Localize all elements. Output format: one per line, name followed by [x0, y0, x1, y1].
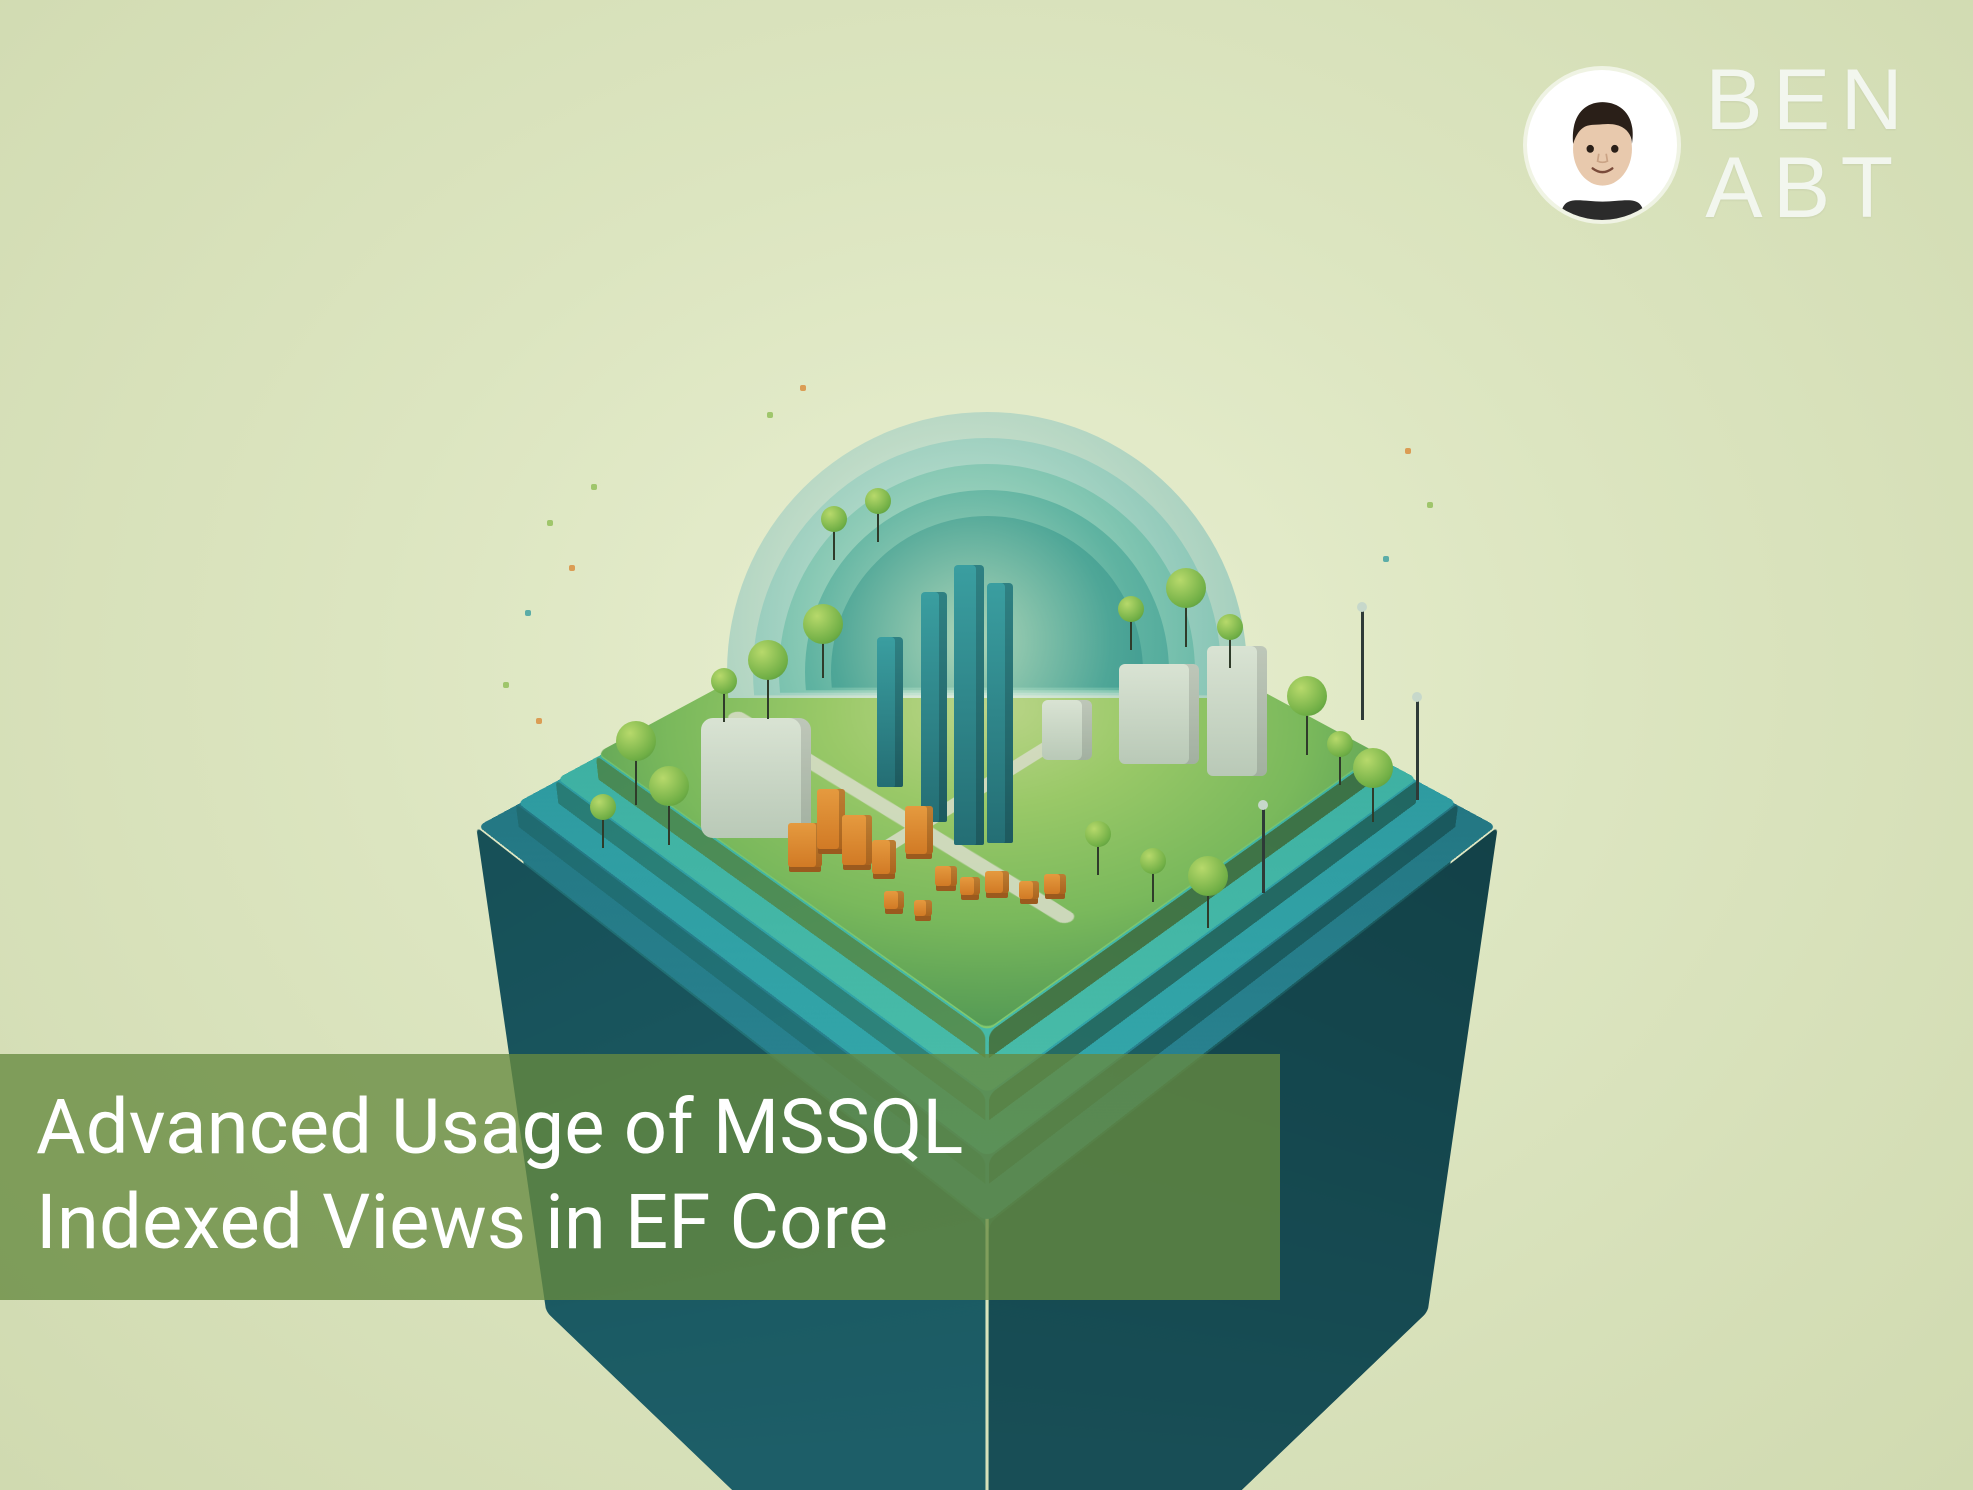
hero-illustration [437, 250, 1537, 1150]
author-badge: BEN ABT [1527, 60, 1913, 229]
post-title-line2: Indexed Views in EF Core [36, 1177, 888, 1267]
avatar [1527, 70, 1677, 220]
avatar-person-icon [1535, 85, 1670, 220]
author-name-last: ABT [1705, 148, 1913, 230]
author-name: BEN ABT [1705, 60, 1913, 229]
lamps [437, 250, 1537, 1150]
author-name-first: BEN [1705, 60, 1913, 142]
post-title-line1: Advanced Usage of MSSQL [36, 1082, 963, 1172]
post-title: Advanced Usage of MSSQL Indexed Views in… [0, 1054, 1280, 1300]
